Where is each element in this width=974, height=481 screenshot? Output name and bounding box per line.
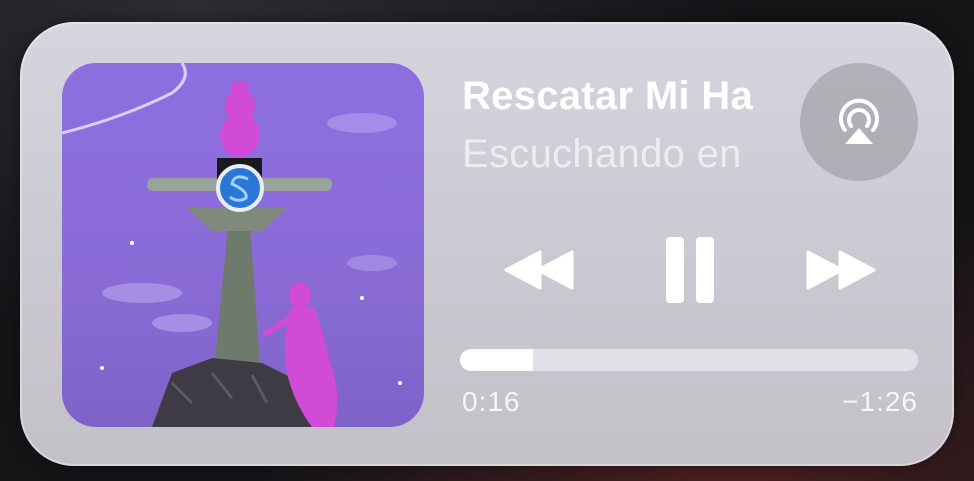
elapsed-time: 0:16 [462, 386, 521, 417]
fast-forward-icon [806, 250, 876, 290]
pause-button[interactable] [650, 232, 730, 308]
track-info[interactable]: Rescatar Mi Ha Escuchando en [462, 74, 772, 184]
rewind-button[interactable] [500, 244, 580, 296]
album-artwork-image [62, 63, 424, 427]
track-title: Rescatar Mi Ha [462, 74, 753, 118]
playback-destination: Escuchando en [462, 132, 742, 176]
airplay-audio-icon [839, 98, 879, 144]
airplay-button[interactable] [800, 63, 918, 181]
remaining-time: −1:26 [842, 386, 918, 417]
album-artwork[interactable] [62, 63, 424, 427]
rewind-icon [504, 250, 574, 290]
playback-scrubber[interactable] [460, 349, 918, 371]
fast-forward-button[interactable] [800, 244, 880, 296]
pause-icon [666, 237, 714, 303]
playback-progress-fill [460, 349, 534, 371]
